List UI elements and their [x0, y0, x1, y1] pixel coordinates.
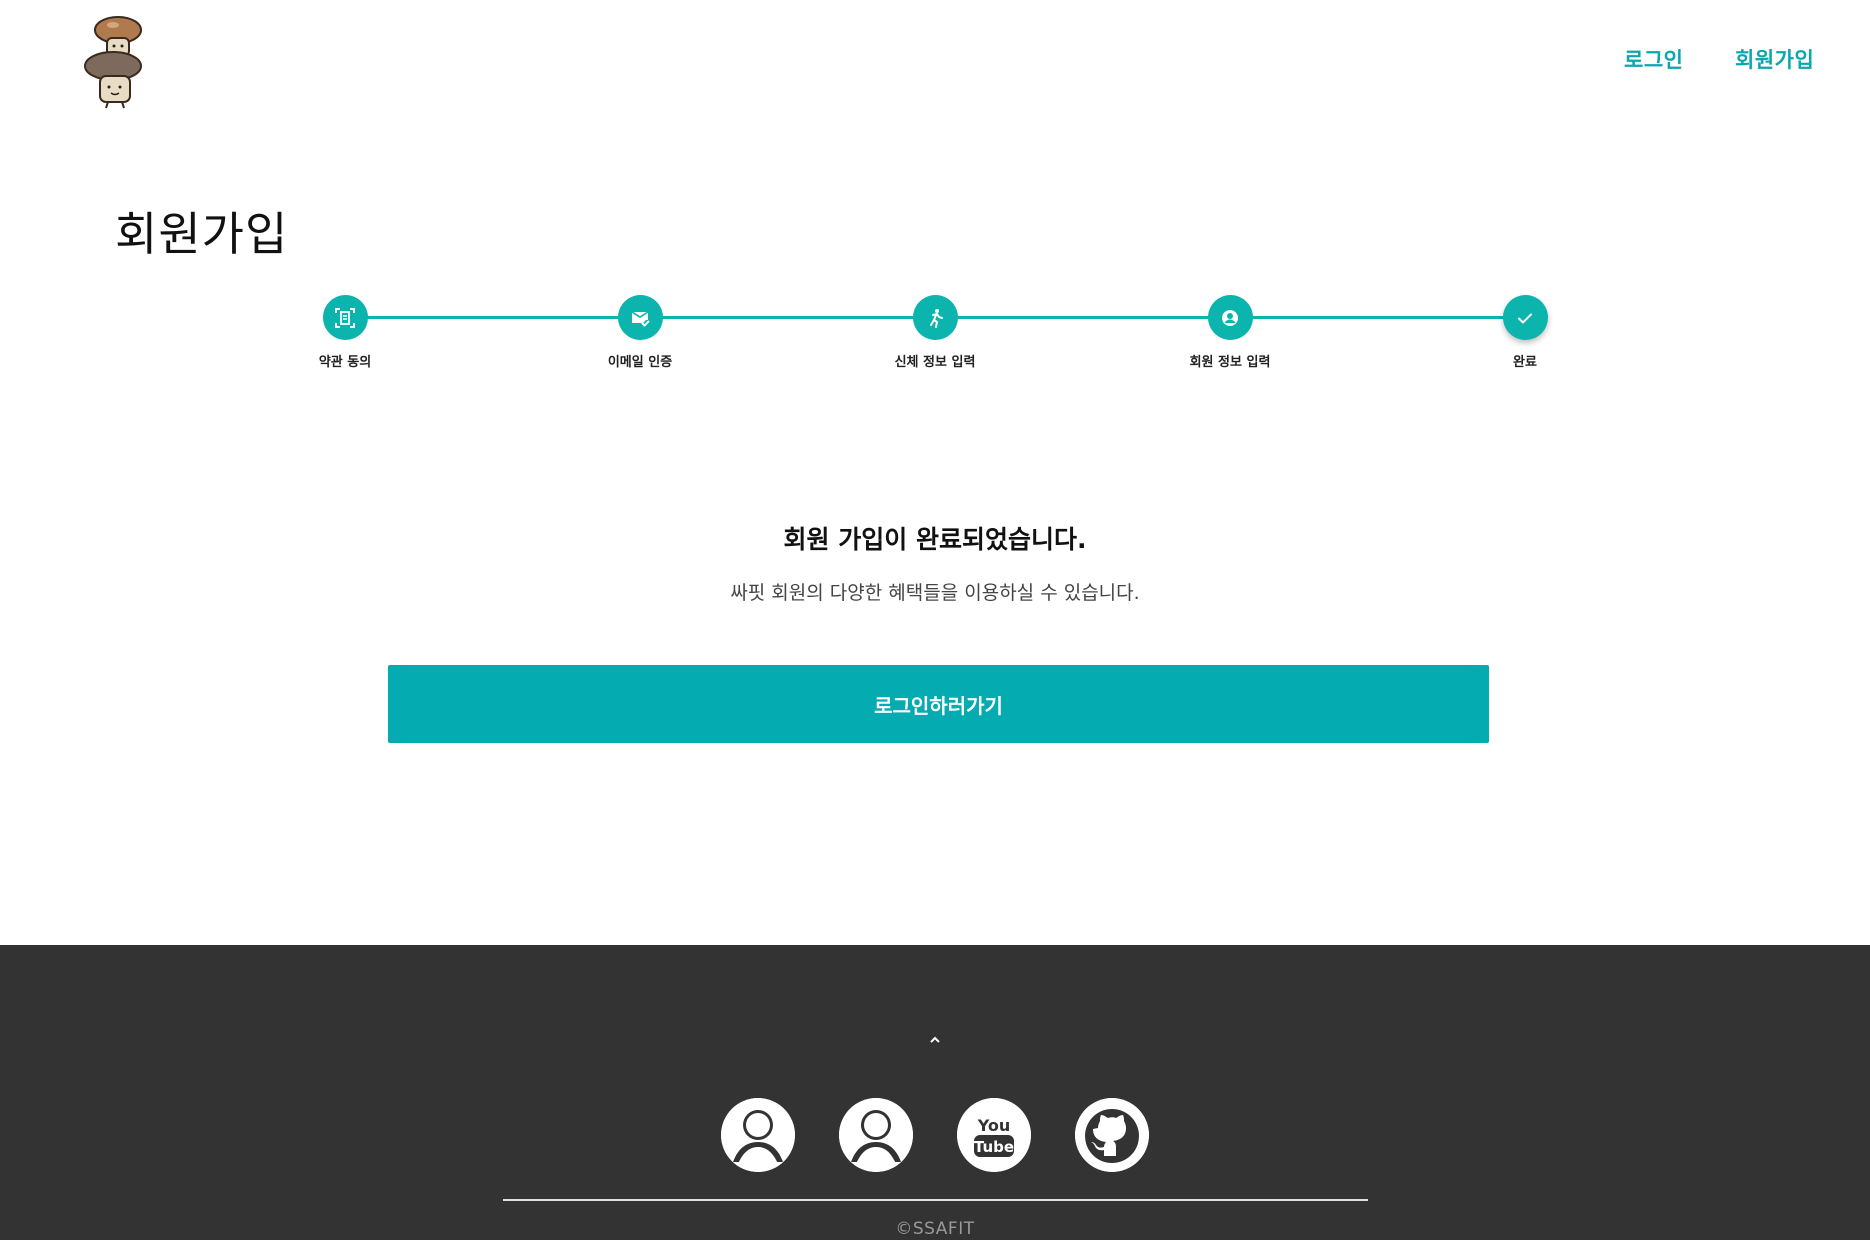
running-person-icon	[912, 295, 958, 340]
github-icon[interactable]	[1075, 1098, 1149, 1172]
step-email: 이메일 인증	[560, 295, 720, 370]
chevron-up-icon[interactable]	[925, 1030, 945, 1050]
mushroom-logo-icon[interactable]	[80, 8, 150, 110]
footer: You Tube ©SSAFIT	[0, 945, 1870, 1240]
account-circle-icon	[1207, 295, 1253, 340]
checkmark-icon	[1502, 295, 1548, 340]
step-label-member-info: 회원 정보 입력	[1189, 355, 1271, 370]
nav-signup-link[interactable]: 회원가입	[1735, 44, 1814, 74]
completion-subtitle: 싸핏 회원의 다양한 혜택들을 이용하실 수 있습니다.	[730, 582, 1140, 604]
step-label-terms: 약관 동의	[318, 355, 372, 370]
page-title: 회원가입	[115, 207, 289, 261]
person-avatar-icon[interactable]	[721, 1098, 795, 1172]
svg-text:You: You	[977, 1116, 1011, 1135]
youtube-icon[interactable]: You Tube	[957, 1098, 1031, 1172]
mail-check-icon	[617, 295, 663, 340]
step-label-body-info: 신체 정보 입력	[894, 355, 976, 370]
svg-text:Tube: Tube	[974, 1138, 1014, 1156]
step-complete: 완료	[1445, 295, 1605, 370]
step-body-info: 신체 정보 입력	[855, 295, 1015, 370]
person-avatar-icon[interactable]	[839, 1098, 913, 1172]
footer-divider	[503, 1199, 1368, 1201]
signup-stepper: 약관 동의 이메일 인증 신체 정보 입력 회원 정보 입력 완료	[0, 295, 1870, 385]
copyright-text: ©SSAFIT	[895, 1219, 975, 1239]
go-to-login-button[interactable]: 로그인하러가기	[388, 665, 1489, 743]
step-label-email: 이메일 인증	[607, 355, 673, 370]
header: 로그인 회원가입	[0, 0, 1870, 120]
step-label-complete: 완료	[1513, 355, 1537, 370]
completion-title: 회원 가입이 완료되었습니다.	[783, 525, 1087, 554]
document-scan-icon	[322, 295, 368, 340]
step-terms: 약관 동의	[265, 295, 425, 370]
nav-login-link[interactable]: 로그인	[1624, 44, 1683, 74]
step-member-info: 회원 정보 입력	[1150, 295, 1310, 370]
